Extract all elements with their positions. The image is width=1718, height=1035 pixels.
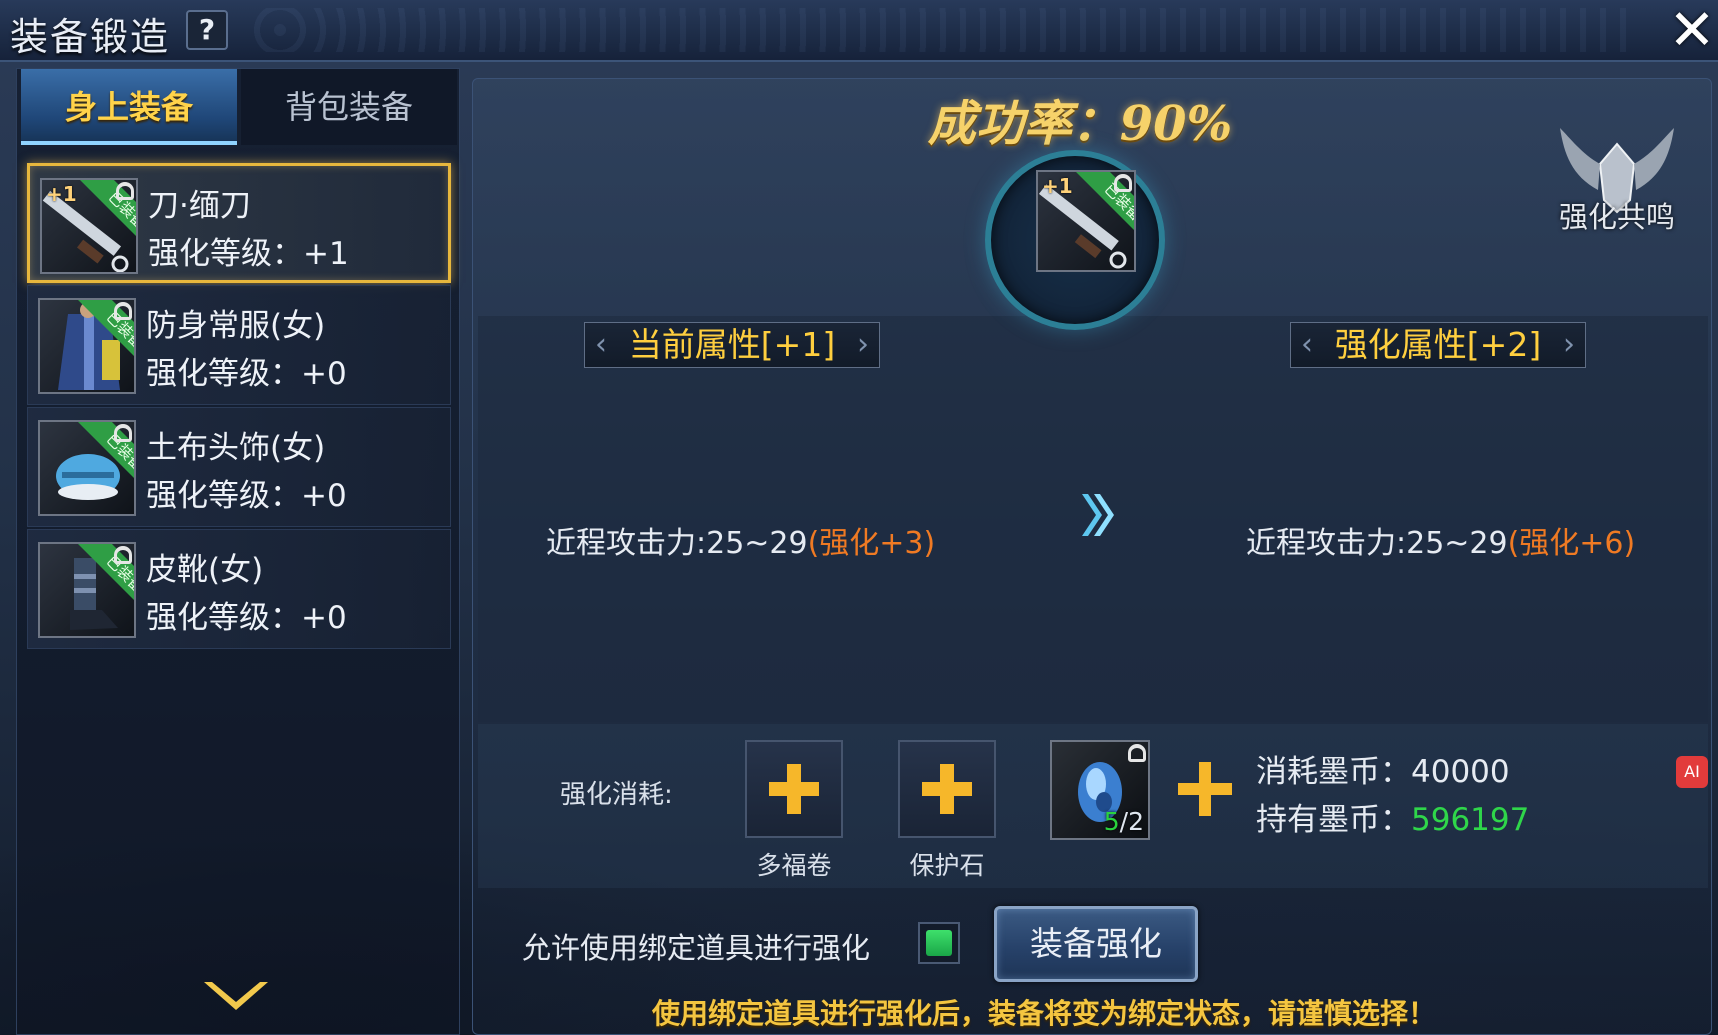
enhance-equipment-button[interactable]: 装备强化 [994,906,1198,982]
add-icon [922,764,972,814]
stat-bonus: (强化+6) [1507,526,1636,561]
lock-icon [114,424,132,442]
equipment-name: 防身常服(女) [146,308,326,344]
lock-icon [1128,744,1146,762]
help-button[interactable]: ? [186,10,228,50]
resonance-label: 强化共鸣 [1558,200,1675,234]
title-bar: 装备锻造 ? ✕ [0,0,1718,62]
equipment-level: 强化等级：+0 [146,478,347,514]
gem-have: 5 [1103,807,1120,836]
equipment-name: 土布头饰(女) [146,430,326,466]
tab-equipped[interactable]: 身上装备 [21,69,237,145]
add-icon [769,764,819,814]
gem-need: /2 [1119,807,1144,836]
checkbox-checked-indicator [926,930,952,956]
coin-cost-value: 40000 [1411,754,1510,790]
equipment-item-boots[interactable]: 已装备 皮靴(女) 强化等级：+0 [27,529,451,649]
plus-level: +1 [1042,174,1073,198]
blade-icon: 已装备 +1 [40,178,138,274]
plus-icon [1178,762,1232,816]
lock-icon [116,182,134,200]
cost-label: 强化消耗: [560,780,673,810]
window-title: 装备锻造 [10,15,171,59]
equipment-level: 强化等级：+0 [146,600,347,636]
bind-warning-text: 使用绑定道具进行强化后，装备将变为绑定状态，请谨慎选择！ [652,997,1437,1030]
stat-base: 近程攻击力:25~29 [546,526,808,561]
equipment-name: 刀·缅刀 [148,188,251,224]
equipment-item-robe[interactable]: 已装备 防身常服(女) 强化等级：+0 [27,285,451,405]
coin-cost: 消耗墨币：40000 [1256,746,1510,791]
stat-base: 近程攻击力:25~29 [1246,526,1508,561]
lock-icon [114,546,132,564]
side-ai-badge[interactable]: AI [1676,756,1708,788]
gem-material-slot[interactable]: 5/2 [1050,740,1150,840]
scroll-down-icon[interactable] [200,978,272,1018]
equipment-level: 强化等级：+1 [148,236,349,272]
boots-icon: 已装备 [38,542,136,638]
equipment-panel: 身上装备 背包装备 已装备 +1 刀·缅刀 强化等级：+1 已装备 防身常服(女… [16,68,460,1035]
lock-icon [1114,174,1132,192]
robe-icon: 已装备 [38,298,136,394]
coin-owned-label: 持有墨币： [1256,802,1411,838]
equipment-item-headwear[interactable]: 已装备 土布头饰(女) 强化等级：+0 [27,407,451,527]
fortune-scroll-label: 多福卷 [756,851,832,880]
coin-cost-label: 消耗墨币： [1256,754,1411,790]
gem-count: 5/2 [1104,807,1144,836]
selected-item-slot[interactable]: 已装备 +1 [1036,170,1136,272]
protection-stone-label: 保护石 [909,851,985,880]
coin-owned-value: 596197 [1411,802,1530,838]
success-rate: 成功率：90% [927,96,1233,152]
allow-bound-items-checkbox[interactable] [918,922,960,964]
coin-owned: 持有墨币：596197 [1256,794,1529,839]
stat-bonus: (强化+3) [807,526,936,561]
equipment-name: 皮靴(女) [146,552,264,588]
allow-bound-items-label: 允许使用绑定道具进行强化 [522,931,871,965]
lock-icon [114,302,132,320]
current-stat: 近程攻击力:25~29(强化+3) [546,518,935,562]
fortune-scroll-slot[interactable] [745,740,843,838]
double-chevron-right-icon [1082,494,1114,536]
enhanced-stat: 近程攻击力:25~29(强化+6) [1246,518,1635,562]
protection-stone-slot[interactable] [898,740,996,838]
close-button[interactable]: ✕ [1668,3,1716,59]
equipment-item-blade[interactable]: 已装备 +1 刀·缅刀 强化等级：+1 [27,163,451,283]
plus-level: +1 [46,182,77,206]
tab-backpack[interactable]: 背包装备 [241,69,457,145]
equipment-level: 强化等级：+0 [146,356,347,392]
enhanced-attribute-header: 强化属性[+2] [1290,322,1586,368]
headwear-icon: 已装备 [38,420,136,516]
current-attribute-header: 当前属性[+1] [584,322,880,368]
